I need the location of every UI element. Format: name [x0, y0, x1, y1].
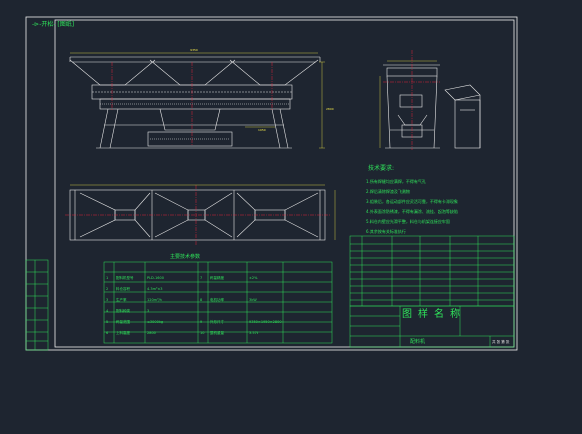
side-dims: [379, 60, 437, 148]
params-table-cell: 配料种类: [116, 309, 130, 313]
params-table-cell: 3: [147, 309, 150, 313]
dim-height: 2800: [326, 107, 334, 111]
params-table-cell: 整机重量: [210, 331, 224, 335]
front-view: [69, 52, 321, 149]
params-table-cell: 外形尺寸: [210, 320, 224, 324]
plan-dims: [70, 184, 336, 240]
params-table-cell: 2: [106, 287, 109, 291]
params-table-cell: 生产率: [116, 298, 127, 302]
params-table-cell: 3kW: [249, 298, 257, 302]
params-table-cell: PLD-1600: [147, 276, 164, 280]
note-item: 6.其余按有关标准执行: [366, 229, 406, 234]
notes-list: 1.所有焊缝均应满焊，不得有气孔 2.焊后清除焊渣及飞溅物 3.组装后，各运动部…: [366, 177, 458, 237]
note-item: 3.组装后，各运动部件应灵活可靠，不得有卡滞现象: [366, 199, 458, 204]
revision-strip: [25, 259, 49, 351]
params-table-cell: 10: [200, 331, 205, 335]
params-table-cell: 1: [106, 276, 109, 280]
front-dims: [245, 61, 325, 149]
plan-center-lines: [65, 185, 330, 245]
note-item: 5.料仓内壁应光滑平整，料仓与机架连接应牢固: [366, 219, 450, 224]
params-table-cell: 4.3m³×3: [147, 287, 163, 291]
params-table-cell: 4: [106, 309, 109, 313]
dim-overall-length: 9350: [190, 48, 198, 52]
params-table-cell: 9350×1950×2800: [249, 320, 282, 324]
params-table-cell: 5: [106, 320, 109, 324]
params-table-cell: 电机功率: [210, 298, 224, 302]
note-item: 2.焊后清除焊渣及飞溅物: [366, 189, 410, 194]
cabinet-view: [444, 84, 481, 149]
params-table-cell: 120m³/h: [147, 298, 162, 302]
parts-list: [349, 235, 515, 307]
cad-drawing-canvas[interactable]: 9350 2800 1950: [0, 0, 582, 434]
params-table-cell: 上料高度: [116, 331, 130, 335]
side-view: [383, 64, 440, 149]
drawing-tab[interactable]: -⊳-开松- [图纸]: [32, 21, 74, 29]
params-table-cell: 9: [200, 320, 203, 324]
title-block-sub: 配料机: [410, 339, 426, 345]
params-table-cell: 称量精度: [210, 276, 224, 280]
note-item: 1.所有焊缝均应满焊，不得有气孔: [366, 179, 426, 184]
params-table-cell: 6: [106, 331, 109, 335]
dim-left-block: 1950: [258, 128, 266, 132]
params-table-cell: 料仓容积: [116, 287, 130, 291]
params-table-cell: 7: [200, 276, 203, 280]
title-block-sheet: 共 张 第 张: [492, 340, 510, 344]
params-table-cell: 3.57t: [249, 331, 259, 335]
params-table-cell: 称量范围: [116, 320, 130, 324]
params-table-cell: 配料机型号: [116, 276, 134, 280]
params-table-cell: 8: [200, 298, 203, 302]
params-table-title: 主要技术参数: [170, 254, 201, 260]
notes-title: 技术要求:: [368, 165, 395, 172]
params-table-cell: ≤3000kg: [147, 320, 164, 324]
params-table-cell: 2800: [147, 331, 156, 335]
params-table-cell: ±2%: [249, 276, 258, 280]
note-item: 4.外表面涂防锈漆，不得有漏涂、流挂、起泡等缺陷: [366, 209, 458, 214]
params-table-cell: 3: [106, 298, 109, 302]
title-block-name: 图样名称: [402, 309, 466, 320]
